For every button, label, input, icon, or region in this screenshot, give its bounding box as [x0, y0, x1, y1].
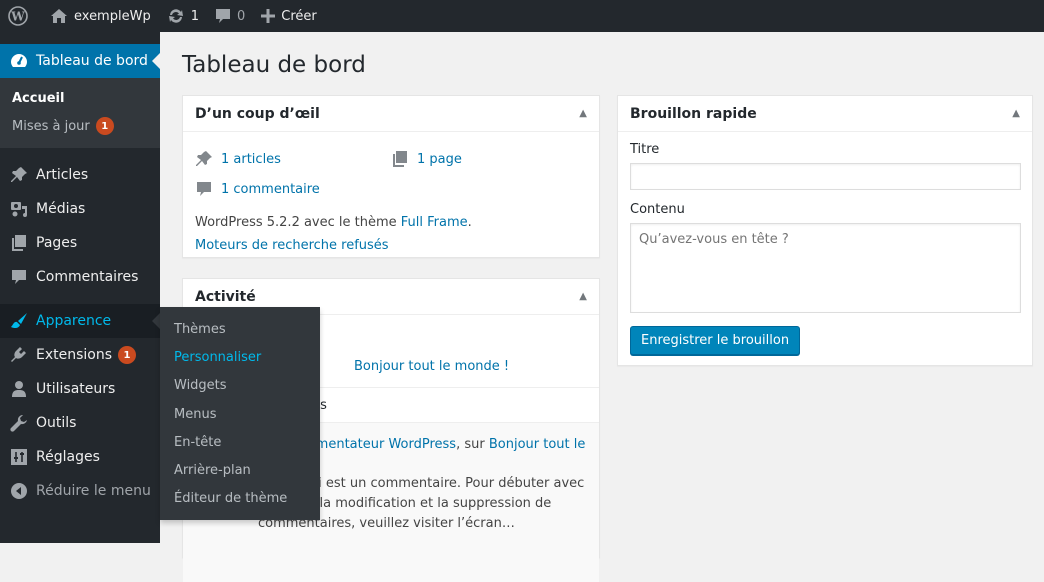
- plugin-icon: [10, 346, 28, 364]
- sidebar-item-pages[interactable]: Pages: [0, 226, 160, 260]
- submenu-updates-label: Mises à jour: [12, 118, 90, 134]
- widget-header[interactable]: D’un coup d’œil ▲: [183, 96, 599, 132]
- widget-title: D’un coup d’œil: [195, 105, 320, 122]
- pages-icon: [391, 150, 409, 168]
- sidebar-item-label: Extensions: [36, 347, 113, 363]
- draft-title-input[interactable]: [630, 163, 1021, 190]
- sidebar-item-label: Médias: [36, 201, 86, 217]
- pages-icon: [10, 234, 28, 252]
- new-content-link[interactable]: Créer: [253, 0, 324, 32]
- widget-header[interactable]: Brouillon rapide ▲: [618, 96, 1032, 132]
- collapse-icon: [10, 482, 28, 500]
- dashboard-submenu: Accueil Mises à jour 1: [0, 78, 160, 148]
- sidebar-item-settings[interactable]: Réglages: [0, 440, 160, 474]
- sidebar-item-articles[interactable]: Articles: [0, 158, 160, 192]
- collapse-toggle-icon[interactable]: ▲: [579, 108, 587, 119]
- version-info: WordPress 5.2.2 avec le thème Full Frame…: [195, 212, 587, 233]
- updates-count: 1: [190, 8, 199, 24]
- comment-post-link[interactable]: Bonjour tout le: [489, 437, 586, 452]
- collapse-menu-button[interactable]: Réduire le menu: [0, 474, 160, 508]
- comments-count-link[interactable]: 1 commentaire: [221, 182, 320, 197]
- comments-link[interactable]: 0: [207, 0, 253, 32]
- plugins-badge: 1: [118, 346, 137, 364]
- sidebar-item-plugins[interactable]: Extensions 1: [0, 338, 160, 372]
- appearance-flyout-menu: Thèmes Personnaliser Widgets Menus En-tê…: [160, 307, 320, 520]
- admin-sidebar: Tableau de bord Accueil Mises à jour 1 A…: [0, 32, 160, 543]
- title-label: Titre: [630, 142, 660, 157]
- widget-title: Brouillon rapide: [630, 105, 757, 122]
- sidebar-item-label: Outils: [36, 415, 77, 431]
- sidebar-item-media[interactable]: Médias: [0, 192, 160, 226]
- comment-icon: [10, 268, 28, 286]
- page-title: Tableau de bord: [182, 52, 366, 78]
- flyout-item-menus[interactable]: Menus: [160, 400, 320, 428]
- sidebar-item-label: Tableau de bord: [36, 53, 148, 69]
- sidebar-item-label: Apparence: [36, 313, 112, 329]
- home-icon: [50, 8, 68, 24]
- wordpress-logo-button[interactable]: W: [0, 0, 42, 32]
- settings-icon: [10, 448, 28, 466]
- quick-draft-widget: Brouillon rapide ▲ Titre Contenu Enregis…: [617, 95, 1033, 366]
- comment-icon: [195, 180, 213, 198]
- updates-link[interactable]: 1: [159, 0, 207, 32]
- sidebar-item-label: Articles: [36, 167, 89, 183]
- sidebar-item-label: Réglages: [36, 449, 100, 465]
- version-text: WordPress 5.2.2 avec le thème: [195, 215, 401, 230]
- draft-content-textarea[interactable]: [630, 223, 1021, 313]
- flyout-item-customize[interactable]: Personnaliser: [160, 343, 320, 371]
- recent-post-link[interactable]: Bonjour tout le monde !: [354, 359, 509, 374]
- search-engines-link[interactable]: Moteurs de recherche refusés: [195, 238, 389, 253]
- comment-on-text: , sur: [456, 437, 489, 452]
- pin-icon: [10, 166, 28, 184]
- collapse-toggle-icon[interactable]: ▲: [1012, 108, 1020, 119]
- articles-count-link[interactable]: 1 articles: [221, 152, 281, 167]
- sidebar-item-comments[interactable]: Commentaires: [0, 260, 160, 294]
- theme-link[interactable]: Full Frame: [401, 215, 468, 230]
- sidebar-item-users[interactable]: Utilisateurs: [0, 372, 160, 406]
- admin-bar: W exempleWp 1 0 Créer: [0, 0, 1044, 32]
- new-label: Créer: [281, 8, 317, 24]
- svg-text:W: W: [10, 10, 25, 24]
- flyout-item-theme-editor[interactable]: Éditeur de thème: [160, 485, 320, 513]
- flyout-item-background[interactable]: Arrière-plan: [160, 456, 320, 484]
- comments-count: 0: [236, 8, 246, 24]
- at-a-glance-widget: D’un coup d’œil ▲ 1 articles 1 page 1 co…: [182, 95, 600, 258]
- media-icon: [10, 200, 28, 218]
- collapse-toggle-icon[interactable]: ▲: [579, 291, 587, 302]
- updates-icon: [167, 7, 185, 25]
- save-draft-button[interactable]: Enregistrer le brouillon: [630, 326, 801, 355]
- comment-meta: mmentateur WordPress, sur Bonjour tout l…: [303, 435, 585, 455]
- sidebar-item-tools[interactable]: Outils: [0, 406, 160, 440]
- brush-icon: [10, 312, 28, 330]
- wordpress-logo-icon: W: [8, 6, 28, 26]
- sidebar-item-label: Utilisateurs: [36, 381, 116, 397]
- content-label: Contenu: [630, 202, 685, 217]
- flyout-item-themes[interactable]: Thèmes: [160, 315, 320, 343]
- submenu-home[interactable]: Accueil: [0, 84, 160, 112]
- comment-excerpt-line2: n, la modification et la suppression de: [303, 496, 552, 511]
- site-name: exempleWp: [74, 8, 151, 24]
- comment-icon: [215, 8, 231, 24]
- sidebar-item-appearance[interactable]: Apparence: [0, 304, 160, 338]
- site-name-link[interactable]: exempleWp: [42, 0, 159, 32]
- plus-icon: [261, 9, 276, 23]
- version-suffix: .: [467, 215, 472, 230]
- flyout-item-widgets[interactable]: Widgets: [160, 372, 320, 400]
- wrench-icon: [10, 414, 28, 432]
- pin-icon: [195, 150, 213, 168]
- sidebar-item-label: Pages: [36, 235, 78, 251]
- dashboard-icon: [10, 52, 28, 70]
- comment-author-link[interactable]: mmentateur WordPress: [303, 437, 456, 452]
- sidebar-item-dashboard[interactable]: Tableau de bord: [0, 44, 160, 78]
- sidebar-item-label: Commentaires: [36, 269, 139, 285]
- pages-count-link[interactable]: 1 page: [417, 152, 462, 167]
- submenu-updates[interactable]: Mises à jour 1: [0, 112, 160, 140]
- widget-title: Activité: [195, 288, 256, 305]
- updates-badge: 1: [95, 117, 114, 135]
- collapse-menu-label: Réduire le menu: [36, 483, 151, 499]
- flyout-item-header[interactable]: En-tête: [160, 428, 320, 456]
- user-icon: [10, 380, 28, 398]
